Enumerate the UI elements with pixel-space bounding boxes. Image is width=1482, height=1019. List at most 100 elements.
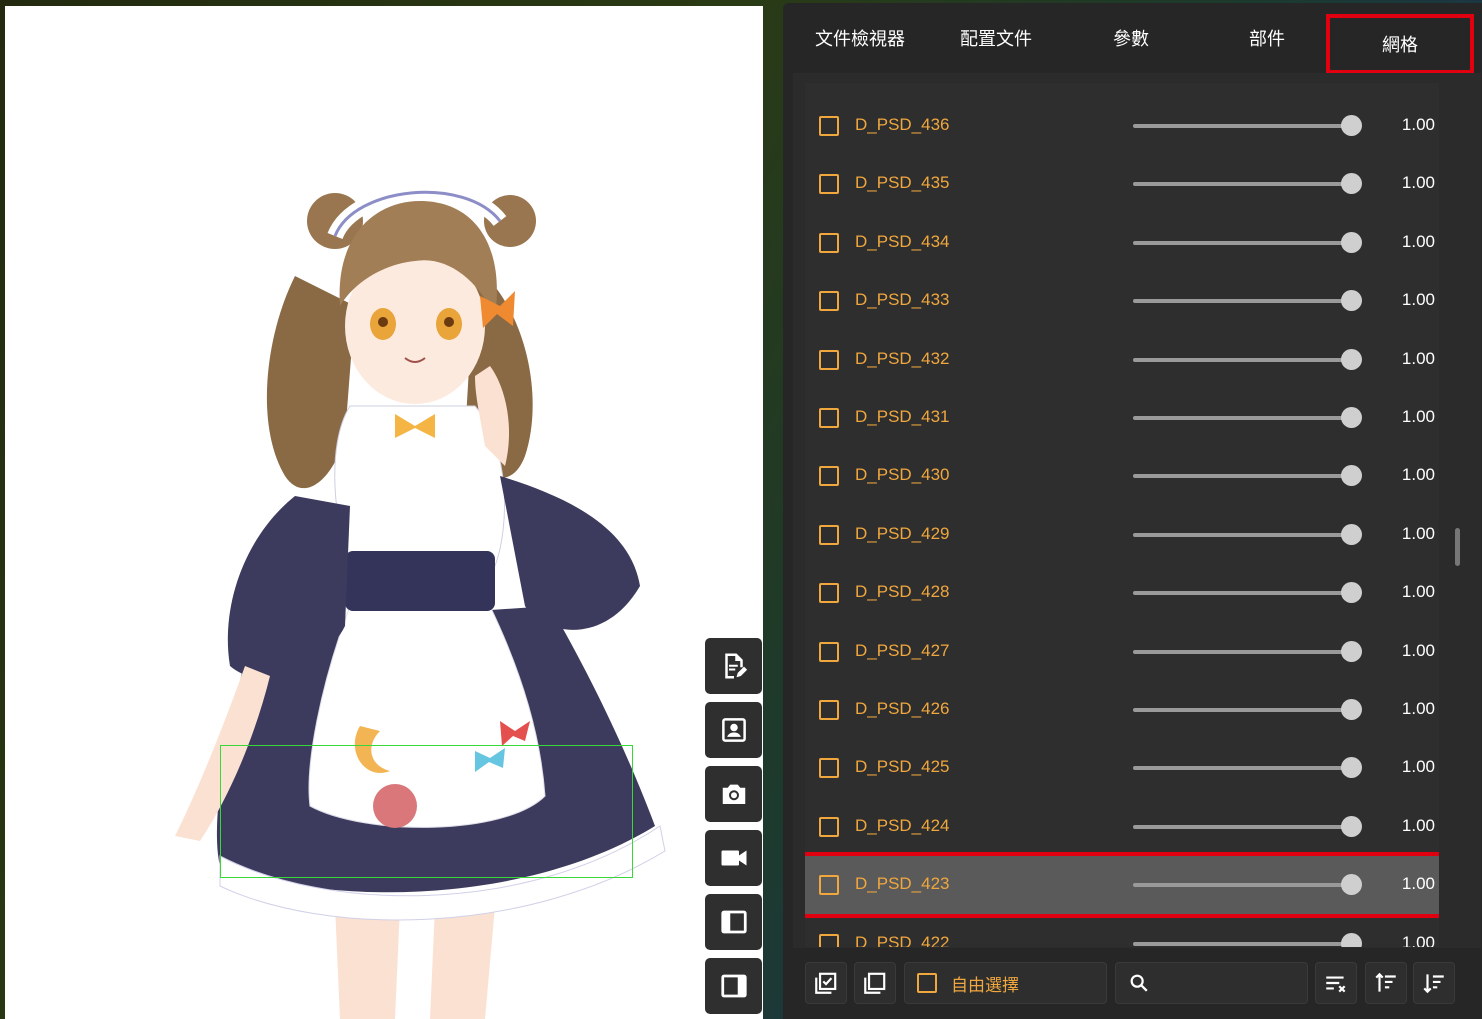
check-all-icon — [815, 972, 837, 994]
opacity-slider-thumb[interactable] — [1341, 465, 1362, 487]
opacity-slider[interactable] — [1133, 240, 1351, 245]
opacity-slider[interactable] — [1133, 416, 1351, 420]
opacity-slider[interactable] — [1133, 532, 1351, 537]
mesh-row[interactable]: D_PSD_428 1.00 — [805, 564, 1439, 622]
opacity-slider-thumb[interactable] — [1341, 407, 1362, 428]
mesh-checkbox[interactable] — [819, 816, 839, 837]
list-scrollbar[interactable] — [1455, 528, 1460, 566]
mesh-checkbox[interactable] — [819, 349, 839, 370]
camera-button[interactable] — [705, 766, 762, 822]
free-select-toggle[interactable]: 自由選擇 — [904, 962, 1107, 1004]
mesh-name: D_PSD_422 — [855, 932, 950, 947]
mesh-checkbox[interactable] — [819, 875, 839, 896]
mesh-checkbox[interactable] — [819, 466, 839, 487]
opacity-slider-thumb[interactable] — [1341, 523, 1362, 545]
free-select-label: 自由選擇 — [951, 975, 1019, 995]
opacity-slider-thumb[interactable] — [1341, 348, 1362, 370]
mesh-checkbox[interactable] — [819, 641, 839, 662]
opacity-slider-thumb[interactable] — [1341, 932, 1362, 947]
mesh-row[interactable]: D_PSD_433 1.00 — [805, 272, 1439, 330]
mesh-checkbox[interactable] — [819, 583, 839, 604]
opacity-slider[interactable] — [1133, 591, 1351, 596]
mesh-checkbox[interactable] — [819, 291, 839, 312]
mesh-row[interactable]: D_PSD_434 1.00 — [805, 214, 1439, 272]
mesh-checkbox[interactable] — [819, 933, 839, 947]
mesh-row[interactable]: D_PSD_423 1.00 — [805, 852, 1439, 919]
clear-filter-button[interactable] — [1315, 962, 1357, 1004]
mesh-row[interactable]: D_PSD_426 1.00 — [805, 681, 1439, 739]
sort-ascending-button[interactable] — [1365, 962, 1407, 1004]
opacity-slider[interactable] — [1133, 124, 1351, 128]
mesh-row[interactable]: D_PSD_430 1.00 — [805, 447, 1439, 505]
opacity-slider-thumb[interactable] — [1341, 640, 1362, 662]
inspector-panel: 文件檢視器 配置文件 參數 部件 網格 D_PSD_436 1.00 D_PSD_4… — [783, 3, 1482, 1019]
edit-document-icon — [724, 653, 747, 679]
opacity-slider[interactable] — [1133, 182, 1351, 187]
mesh-name: D_PSD_432 — [855, 348, 950, 368]
tab-parts[interactable]: 部件 — [1192, 3, 1342, 73]
mesh-row[interactable]: D_PSD_422 1.00 — [805, 915, 1439, 947]
opacity-slider[interactable] — [1133, 766, 1351, 771]
mesh-checkbox[interactable] — [819, 116, 839, 136]
free-select-checkbox[interactable] — [917, 973, 937, 993]
opacity-slider[interactable] — [1133, 883, 1351, 888]
mesh-row[interactable]: D_PSD_429 1.00 — [805, 506, 1439, 564]
search-input[interactable] — [1158, 974, 1298, 992]
mesh-row[interactable]: D_PSD_436 1.00 — [805, 97, 1439, 155]
mesh-checkbox[interactable] — [819, 524, 839, 545]
opacity-slider-thumb[interactable] — [1341, 582, 1362, 604]
portrait-icon — [721, 718, 746, 742]
opacity-slider-thumb[interactable] — [1341, 699, 1362, 720]
mesh-checkbox[interactable] — [819, 174, 839, 195]
opacity-slider-thumb[interactable] — [1341, 290, 1362, 312]
mesh-name: D_PSD_427 — [855, 640, 950, 660]
opacity-slider[interactable] — [1133, 708, 1351, 712]
mesh-list[interactable]: D_PSD_436 1.00 D_PSD_435 1.00 D_PSD_434 1.00 D… — [805, 83, 1439, 947]
camera-icon — [722, 784, 745, 804]
opacity-value: 1.00 — [1401, 465, 1435, 485]
tab-parameters[interactable]: 參數 — [1056, 3, 1206, 73]
opacity-slider[interactable] — [1133, 941, 1351, 946]
opacity-slider[interactable] — [1133, 649, 1351, 654]
mesh-name: D_PSD_434 — [855, 231, 950, 251]
tab-profile[interactable]: 配置文件 — [921, 3, 1071, 73]
opacity-slider-thumb[interactable] — [1341, 815, 1362, 837]
mesh-checkbox[interactable] — [819, 758, 839, 779]
mesh-row[interactable]: D_PSD_427 1.00 — [805, 623, 1439, 681]
mesh-row[interactable]: D_PSD_435 1.00 — [805, 155, 1439, 213]
opacity-value: 1.00 — [1401, 115, 1435, 134]
mesh-checkbox[interactable] — [819, 232, 839, 253]
opacity-slider-thumb[interactable] — [1341, 115, 1362, 136]
model-canvas[interactable] — [5, 6, 763, 1019]
opacity-slider[interactable] — [1133, 824, 1351, 829]
toggle-right-panel-button[interactable] — [705, 958, 762, 1014]
mesh-checkbox[interactable] — [819, 700, 839, 720]
mesh-row[interactable]: D_PSD_431 1.00 — [805, 389, 1439, 447]
opacity-slider-thumb[interactable] — [1341, 874, 1362, 896]
opacity-slider[interactable] — [1133, 474, 1351, 479]
toggle-left-panel-button[interactable] — [705, 894, 762, 950]
opacity-slider[interactable] — [1133, 357, 1351, 362]
panel-left-icon — [720, 910, 747, 934]
clear-filter-icon — [1326, 976, 1346, 993]
video-button[interactable] — [705, 830, 762, 886]
opacity-slider-thumb[interactable] — [1341, 231, 1362, 253]
mesh-row[interactable]: D_PSD_432 1.00 — [805, 331, 1439, 389]
opacity-value: 1.00 — [1401, 231, 1435, 251]
mesh-name: D_PSD_423 — [855, 874, 950, 894]
select-all-button[interactable] — [805, 962, 847, 1004]
mesh-row[interactable]: D_PSD_425 1.00 — [805, 739, 1439, 797]
opacity-slider-thumb[interactable] — [1341, 757, 1362, 779]
portrait-button[interactable] — [705, 702, 762, 758]
sort-descending-button[interactable] — [1413, 962, 1455, 1004]
opacity-slider[interactable] — [1133, 299, 1351, 304]
edit-document-button[interactable] — [705, 638, 762, 694]
tab-file-viewer[interactable]: 文件檢視器 — [785, 3, 935, 73]
mesh-row[interactable]: D_PSD_424 1.00 — [805, 798, 1439, 856]
copy-selection-button[interactable] — [854, 962, 896, 1004]
opacity-value: 1.00 — [1401, 523, 1435, 543]
search-box[interactable] — [1115, 962, 1308, 1004]
tab-meshes[interactable]: 網格 — [1326, 14, 1474, 74]
mesh-checkbox[interactable] — [819, 408, 839, 428]
opacity-slider-thumb[interactable] — [1341, 173, 1362, 195]
